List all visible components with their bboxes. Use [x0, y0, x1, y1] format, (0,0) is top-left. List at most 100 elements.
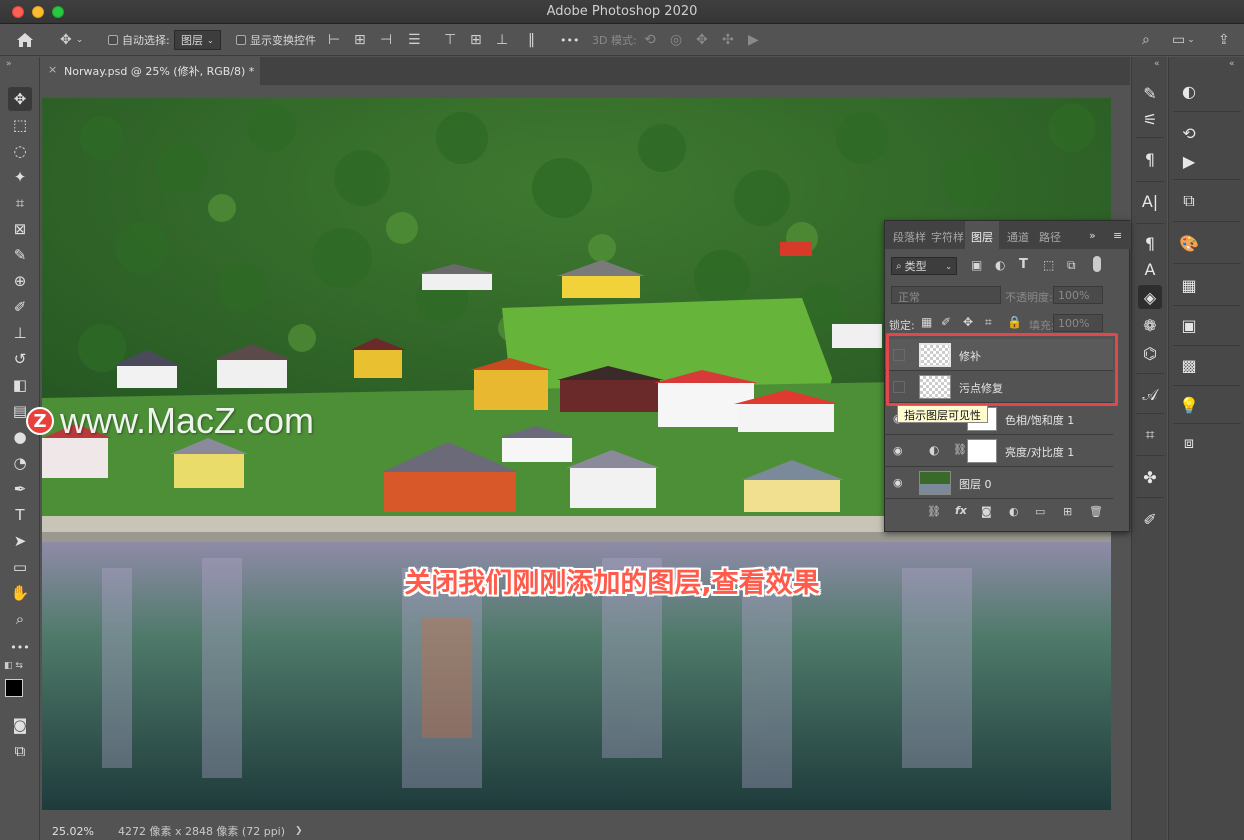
- filter-pixel-icon[interactable]: ▣: [971, 258, 982, 272]
- align-right-icon[interactable]: ⊣: [380, 24, 392, 56]
- align-top-icon[interactable]: ⊤: [444, 24, 456, 56]
- panel-menu-icon[interactable]: ≡: [1113, 221, 1122, 249]
- filter-type-icon[interactable]: T: [1019, 257, 1028, 272]
- 3d-roll-icon[interactable]: ◎: [670, 24, 682, 56]
- tab-character-styles[interactable]: 字符样: [931, 221, 964, 249]
- distribute-horizontal-icon[interactable]: ☰: [408, 24, 421, 56]
- dodge-tool[interactable]: ◔: [8, 451, 32, 475]
- eyedropper-tool[interactable]: ✎: [8, 243, 32, 267]
- link-layers-icon[interactable]: ⛓: [927, 505, 941, 518]
- fill-field[interactable]: 100%: [1053, 314, 1103, 332]
- lasso-tool[interactable]: ◌: [8, 139, 32, 163]
- new-group-icon[interactable]: ▭: [1035, 505, 1045, 518]
- magic-wand-tool[interactable]: ✦: [8, 165, 32, 189]
- lock-all-icon[interactable]: 🔒: [1007, 315, 1022, 329]
- search-icon[interactable]: ⌕: [1142, 24, 1150, 56]
- quick-mask-icon[interactable]: ◙: [8, 713, 32, 737]
- brush-settings-icon[interactable]: ✎: [1138, 81, 1162, 105]
- foreground-color-swatch[interactable]: [5, 679, 23, 697]
- more-tools[interactable]: •••: [8, 635, 32, 659]
- layer-row-brightness-contrast[interactable]: ◉ ◐ ⛓ 亮度/对比度 1: [885, 435, 1113, 467]
- glyphs-icon[interactable]: 𝒜: [1138, 383, 1162, 407]
- eraser-tool[interactable]: ◧: [8, 373, 32, 397]
- path-selection-tool[interactable]: ➤: [8, 529, 32, 553]
- character-styles-icon[interactable]: A: [1138, 257, 1162, 281]
- new-adjustment-icon[interactable]: ◐: [1009, 505, 1019, 518]
- layer-row-base[interactable]: ◉ 图层 0: [885, 467, 1113, 499]
- delete-layer-icon[interactable]: 🗑: [1089, 505, 1103, 518]
- add-mask-icon[interactable]: ◙: [981, 505, 992, 518]
- share-icon[interactable]: ⇪: [1218, 24, 1230, 56]
- filter-toggle-icon[interactable]: [1093, 256, 1101, 272]
- collapse-toolbar-icon[interactable]: »: [6, 59, 12, 69]
- zoom-level[interactable]: 25.02%: [52, 825, 94, 838]
- gradients-icon[interactable]: ▣: [1177, 313, 1201, 337]
- paragraph-icon[interactable]: ¶: [1138, 147, 1162, 171]
- zoom-tool[interactable]: ⌕: [8, 607, 32, 631]
- paragraph-styles-icon[interactable]: ¶: [1138, 231, 1162, 255]
- brush-presets-icon[interactable]: ⚟: [1138, 107, 1162, 131]
- swatches-icon[interactable]: ▦: [1177, 273, 1201, 297]
- 3d-slide-icon[interactable]: ✣: [722, 24, 734, 56]
- libraries-icon[interactable]: ⧈: [1177, 431, 1201, 455]
- crop-panel-icon[interactable]: ⌗: [1138, 423, 1162, 447]
- play-icon[interactable]: ▶: [1177, 149, 1201, 173]
- history-icon[interactable]: ⧉: [1177, 189, 1201, 213]
- tab-paragraph-styles[interactable]: 段落样: [893, 221, 926, 249]
- plugins-icon[interactable]: ✤: [1138, 465, 1162, 489]
- 3d-scale-icon[interactable]: ▶: [748, 24, 759, 56]
- fx-icon[interactable]: fx: [955, 504, 967, 517]
- lock-image-icon[interactable]: ✐: [941, 315, 951, 329]
- move-tool[interactable]: ✥: [8, 87, 32, 111]
- channels-icon[interactable]: ❁: [1138, 313, 1162, 337]
- lock-position-icon[interactable]: ✥: [963, 315, 973, 329]
- filter-smart-object-icon[interactable]: ⧉: [1067, 258, 1076, 273]
- close-tab-icon[interactable]: ×: [48, 63, 57, 76]
- eye-icon[interactable]: ◉: [893, 476, 907, 490]
- new-layer-icon[interactable]: ⊞: [1063, 505, 1072, 518]
- color-icon[interactable]: 🎨: [1177, 231, 1201, 255]
- pen-tool[interactable]: ✒: [8, 477, 32, 501]
- patterns-icon[interactable]: ▩: [1177, 353, 1201, 377]
- status-menu-arrow-icon[interactable]: ❯: [295, 826, 303, 836]
- tool-presets-icon[interactable]: ✐: [1138, 507, 1162, 531]
- align-middle-icon[interactable]: ⊞: [470, 24, 482, 56]
- align-center-icon[interactable]: ⊞: [354, 24, 366, 56]
- more-options-button[interactable]: •••: [560, 24, 579, 56]
- healing-brush-tool[interactable]: ⊕: [8, 269, 32, 293]
- filter-adjustment-icon[interactable]: ◐: [995, 258, 1005, 272]
- layers-icon[interactable]: ◈: [1138, 285, 1162, 309]
- chain-link-icon[interactable]: ⛓: [953, 443, 967, 456]
- align-left-icon[interactable]: ⊢: [328, 24, 340, 56]
- expand-panel-icon[interactable]: »: [1089, 221, 1096, 249]
- filter-shape-icon[interactable]: ⬚: [1043, 258, 1054, 272]
- eye-icon[interactable]: ◉: [893, 444, 907, 458]
- distribute-vertical-icon[interactable]: ‖: [528, 24, 535, 56]
- adjustments-icon[interactable]: ◐: [1177, 79, 1201, 103]
- auto-select-dropdown[interactable]: 图层 ⌄: [174, 24, 221, 56]
- workspace-icon[interactable]: ▭ ⌄: [1172, 24, 1195, 56]
- history-brush-tool[interactable]: ↺: [8, 347, 32, 371]
- opacity-field[interactable]: 100%: [1053, 286, 1103, 304]
- 3d-pan-icon[interactable]: ✥: [696, 24, 708, 56]
- paths-icon[interactable]: ⌬: [1138, 341, 1162, 365]
- document-tab[interactable]: × Norway.psd @ 25% (修补, RGB/8) *: [40, 57, 260, 85]
- character-icon[interactable]: A|: [1138, 189, 1162, 213]
- default-colors-icon[interactable]: ◧ ⇆: [4, 661, 23, 671]
- tab-paths[interactable]: 路径: [1039, 221, 1061, 249]
- auto-select-checkbox[interactable]: 自动选择:: [108, 24, 170, 56]
- lock-artboard-icon[interactable]: ⌗: [985, 315, 992, 330]
- collapse-dock2-icon[interactable]: «: [1229, 59, 1235, 69]
- frame-tool[interactable]: ⊠: [8, 217, 32, 241]
- marquee-tool[interactable]: ⬚: [8, 113, 32, 137]
- lock-transparent-icon[interactable]: ▦: [921, 315, 932, 329]
- screen-mode-icon[interactable]: ⧉: [8, 739, 32, 763]
- collapse-dock-icon[interactable]: «: [1154, 59, 1160, 69]
- show-transform-checkbox[interactable]: 显示变换控件: [236, 24, 316, 56]
- actions-icon[interactable]: ⟲: [1177, 121, 1201, 145]
- learn-icon[interactable]: 💡: [1177, 393, 1201, 417]
- filter-kind-dropdown[interactable]: ⌕ 类型 ⌄: [891, 257, 957, 275]
- move-tool-preset-icon[interactable]: ✥ ⌄: [60, 24, 83, 56]
- type-tool[interactable]: T: [8, 503, 32, 527]
- tab-layers[interactable]: 图层: [965, 221, 999, 249]
